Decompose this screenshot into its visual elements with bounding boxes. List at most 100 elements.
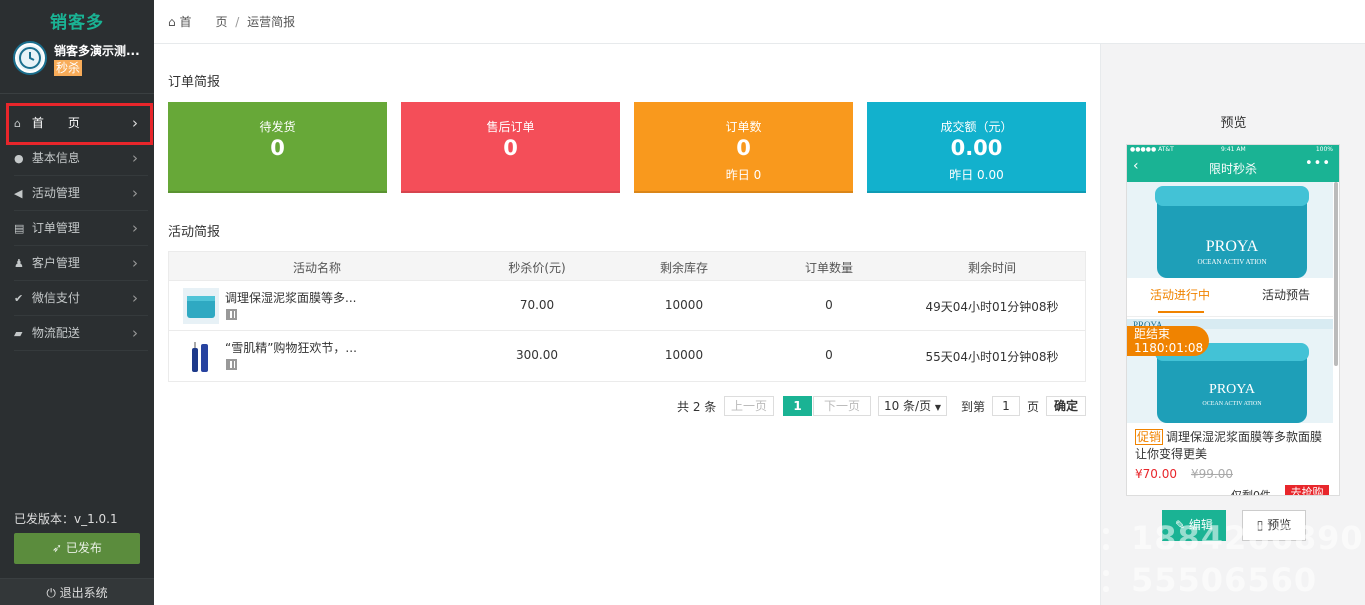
user-tag: 秒杀 bbox=[54, 60, 83, 76]
truck-icon: ▰ bbox=[14, 327, 23, 340]
page-1-button[interactable]: 1 bbox=[783, 396, 812, 416]
home-icon: ⌂ bbox=[168, 15, 176, 29]
card-label: 成交额（元） bbox=[940, 120, 1013, 134]
order-count: 0 bbox=[825, 348, 833, 362]
activity-name[interactable]: 调理保湿泥浆面膜等多... bbox=[225, 289, 365, 306]
page-unit: 页 bbox=[1027, 400, 1040, 414]
sidebar-item-label: 客户管理 bbox=[31, 256, 80, 270]
card-turnover[interactable]: 成交额（元） 0.00 昨日 0.00 bbox=[867, 102, 1086, 193]
breadcrumb: ⌂ 首 页 / 运营简报 bbox=[168, 13, 295, 30]
card-order-count[interactable]: 订单数 0 昨日 0 bbox=[634, 102, 853, 193]
tab-ongoing[interactable]: 活动进行中 bbox=[1150, 286, 1210, 303]
qrcode-icon[interactable] bbox=[226, 309, 237, 320]
remaining-time: 55天04小时01分钟08秒 bbox=[925, 350, 1059, 364]
confirm-button[interactable]: 确定 bbox=[1046, 396, 1086, 416]
next-page-button[interactable]: 下一页 bbox=[813, 396, 871, 416]
buy-button[interactable]: 去抢购 bbox=[1285, 485, 1329, 495]
scrollbar[interactable] bbox=[1334, 182, 1338, 366]
column-header: 订单数量 bbox=[804, 261, 853, 275]
sidebar-item-orders[interactable]: ▤ 订单管理 › bbox=[0, 211, 154, 246]
sidebar-item-home[interactable]: ⌂ 首 页 › bbox=[0, 106, 154, 141]
pagination: 共 2 条 上一页 1 下一页 10 条/页 ▼ 到第 1 页 确定 bbox=[168, 396, 1086, 418]
more-icon[interactable]: ••• bbox=[1305, 156, 1331, 171]
check-circle-icon: ✔ bbox=[14, 292, 24, 305]
phone-preview[interactable]: ●●●●● AT&T 9:41 AM 100% ‹ 限时秒杀 ••• PROYA… bbox=[1126, 144, 1340, 496]
card-label: 售后订单 bbox=[486, 120, 535, 134]
breadcrumb-separator: / bbox=[235, 15, 240, 29]
watermark-line-2: ：55506560 bbox=[1098, 561, 1318, 599]
qrcode-icon[interactable] bbox=[226, 359, 237, 370]
logout-button[interactable]: ⏻ 退出系统 bbox=[0, 578, 154, 605]
user-name: 销客多演示测... bbox=[54, 44, 140, 58]
sidebar-item-label: 物流配送 bbox=[31, 326, 80, 340]
chevron-right-icon: › bbox=[132, 219, 138, 237]
publish-button[interactable]: ➶ 已发布 bbox=[14, 533, 140, 564]
version-text: 已发版本：v_1.0.1 bbox=[14, 512, 118, 526]
card-label: 订单数 bbox=[725, 120, 762, 134]
promo-tag: 促销 bbox=[1135, 429, 1164, 445]
caret-down-icon: ▼ bbox=[934, 403, 942, 412]
breadcrumb-home[interactable]: 首 页 bbox=[179, 13, 227, 30]
chevron-right-icon: › bbox=[132, 184, 138, 202]
sidebar-item-logistics[interactable]: ▰ 物流配送 › bbox=[0, 316, 154, 351]
clock-icon bbox=[17, 45, 43, 71]
sidebar-item-customers[interactable]: ♟ 客户管理 › bbox=[0, 246, 154, 281]
brand-text: PROYA bbox=[1206, 238, 1259, 255]
order-count: 0 bbox=[825, 298, 833, 312]
svg-text:OCEAN ACTIV ATION: OCEAN ACTIV ATION bbox=[1202, 401, 1262, 407]
chevron-right-icon: › bbox=[132, 324, 138, 342]
total-count: 共 2 条 bbox=[677, 400, 717, 414]
sidebar-item-wechat-pay[interactable]: ✔ 微信支付 › bbox=[0, 281, 154, 316]
column-header: 活动名称 bbox=[292, 261, 341, 275]
seckill-price: 300.00 bbox=[516, 348, 558, 362]
basket-icon: ▤ bbox=[14, 222, 25, 235]
card-value: 0 bbox=[503, 136, 518, 160]
divider bbox=[0, 93, 154, 94]
product-title: 促销 调理保湿泥浆面膜等多款面膜让你变得更美 bbox=[1135, 429, 1323, 461]
card-value: 0.00 bbox=[950, 136, 1003, 160]
table-row[interactable]: “雪肌精”购物狂欢节，... 300.00 10000 0 55天04小时01分… bbox=[169, 331, 1085, 381]
sidebar-item-basic-info[interactable]: ● 基本信息 › bbox=[0, 141, 154, 176]
remaining-stock: 10000 bbox=[664, 348, 704, 362]
seckill-price: 70.00 bbox=[519, 298, 555, 312]
table-row[interactable]: 调理保湿泥浆面膜等多... 70.00 10000 0 49天04小时01分钟0… bbox=[169, 281, 1085, 331]
column-header: 剩余库存 bbox=[659, 261, 708, 275]
original-price: ¥99.00 bbox=[1191, 467, 1233, 481]
user-profile: 销客多演示测... 秒杀 bbox=[13, 40, 153, 82]
power-icon: ⏻ bbox=[46, 586, 60, 600]
activity-name[interactable]: “雪肌精”购物狂欢节，... bbox=[225, 339, 365, 356]
card-label: 待发货 bbox=[259, 120, 296, 134]
goto-page-input[interactable]: 1 bbox=[992, 396, 1020, 416]
top-bar: ⌂ 首 页 / 运营简报 bbox=[154, 0, 1365, 44]
product-banner-image: PROYA OCEAN ACTIV ATION bbox=[1127, 182, 1333, 278]
preview-title: 预览 bbox=[1220, 116, 1247, 131]
card-yesterday: 昨日 0 bbox=[725, 168, 762, 182]
card-pending-shipment[interactable]: 待发货 0 bbox=[168, 102, 387, 193]
product-thumbnail bbox=[183, 338, 219, 374]
order-summary-title: 订单简报 bbox=[168, 75, 221, 90]
svg-text:PROYA: PROYA bbox=[1209, 382, 1256, 397]
logo: 销客多 bbox=[50, 13, 104, 33]
brand-subtext: OCEAN ACTIV ATION bbox=[1197, 258, 1266, 266]
phone-tabs: 活动进行中 活动预告 bbox=[1127, 278, 1333, 317]
users-icon: ♟ bbox=[14, 257, 24, 270]
sidebar-item-label: 首 页 bbox=[31, 116, 80, 130]
prev-page-button[interactable]: 上一页 bbox=[724, 396, 774, 416]
watermark-line-1: ：18842668900 bbox=[1098, 519, 1365, 557]
info-icon: ● bbox=[14, 152, 24, 165]
activity-summary-title: 活动简报 bbox=[168, 225, 221, 240]
card-after-sales[interactable]: 售后订单 0 bbox=[401, 102, 620, 193]
card-value: 0 bbox=[736, 136, 751, 160]
sidebar-item-label: 基本信息 bbox=[31, 151, 80, 165]
tab-upcoming[interactable]: 活动预告 bbox=[1262, 286, 1310, 303]
sidebar-item-label: 活动管理 bbox=[31, 186, 80, 200]
chevron-right-icon: › bbox=[132, 254, 138, 272]
sidebar-item-activity[interactable]: ◀ 活动管理 › bbox=[0, 176, 154, 211]
page-size-select[interactable]: 10 条/页 ▼ bbox=[878, 396, 947, 416]
table-header: 活动名称 秒杀价(元) 剩余库存 订单数量 剩余时间 bbox=[169, 252, 1085, 281]
goto-label: 到第 bbox=[961, 400, 986, 414]
remaining-time: 49天04小时01分钟08秒 bbox=[925, 300, 1059, 314]
breadcrumb-current: 运营简报 bbox=[247, 15, 296, 29]
sidebar-menu: ⌂ 首 页 › ● 基本信息 › ◀ 活动管理 › ▤ 订单管理 › ♟ 客户管… bbox=[0, 106, 154, 351]
remaining-stock: 10000 bbox=[664, 298, 704, 312]
